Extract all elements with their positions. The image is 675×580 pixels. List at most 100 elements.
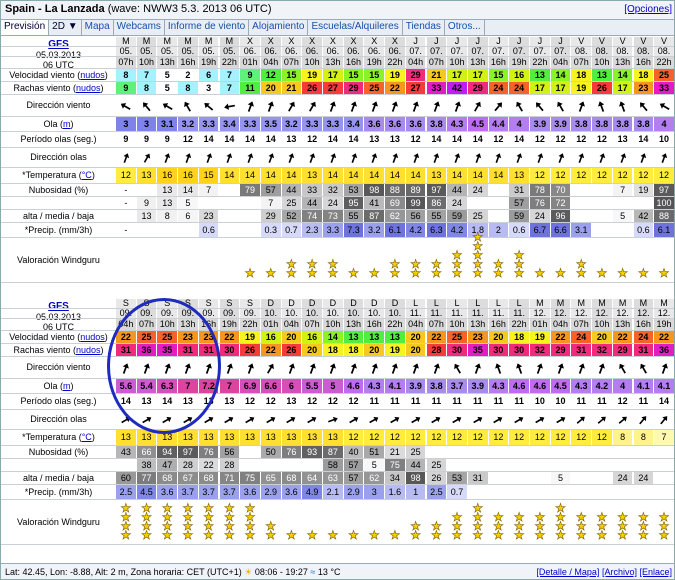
archive-link[interactable]: [Archivo] bbox=[602, 567, 637, 577]
cell-days: D bbox=[260, 299, 281, 308]
cell-wave: 5 bbox=[323, 379, 343, 393]
row-label-text: Dirección olas bbox=[30, 414, 87, 424]
units-c-link[interactable]: °C bbox=[82, 170, 92, 180]
units-knots-link[interactable]: nudos bbox=[76, 83, 101, 93]
rating-stars: ★ ★ ★ bbox=[493, 510, 504, 542]
cell-cloud_low: 24 bbox=[612, 472, 633, 484]
cell-hours: 22h bbox=[385, 57, 405, 68]
cell-precip: 0.6 bbox=[198, 223, 219, 237]
cell-dates: 05. bbox=[198, 47, 219, 56]
detail-map-link[interactable]: [Detalle / Mapa] bbox=[536, 567, 599, 577]
rating-stars bbox=[116, 238, 136, 282]
cell-wind: 2 bbox=[178, 69, 198, 81]
units-knots-link[interactable]: nudos bbox=[80, 70, 105, 80]
rating-stars: ★ ★ ★ bbox=[658, 510, 670, 542]
cell-cloud_low: 77 bbox=[136, 472, 157, 484]
units-m-link[interactable]: m bbox=[63, 119, 71, 129]
cell-days: J bbox=[550, 37, 571, 46]
cell-dates: 07. bbox=[488, 47, 509, 56]
wave-arrow-icon bbox=[654, 148, 674, 167]
cell-cloud_high: 14 bbox=[178, 184, 198, 196]
cell-hours: 13h bbox=[343, 319, 364, 330]
cell-period: 13 bbox=[369, 134, 380, 144]
cell-cloud_high: 79 bbox=[240, 184, 260, 196]
cell-hours: 07h bbox=[302, 319, 322, 330]
cell-days: X bbox=[385, 37, 405, 46]
cell-days: D bbox=[343, 299, 364, 308]
options-link[interactable]: [Opciones] bbox=[624, 4, 672, 15]
tab-3[interactable]: Webcams bbox=[114, 20, 165, 35]
cell-dates: 07. bbox=[467, 47, 488, 56]
cell-cloud_mid bbox=[468, 197, 488, 209]
cell-temp: 13 bbox=[260, 430, 281, 445]
cell-temp: 12 bbox=[509, 430, 529, 445]
row-label-cloud_high: Nubosidad (%) bbox=[1, 185, 116, 195]
cell-cloud_mid bbox=[592, 197, 612, 209]
cell-period: 11 bbox=[576, 396, 586, 406]
units-m-link[interactable]: m bbox=[63, 381, 71, 391]
tab-5[interactable]: Alojamiento bbox=[249, 20, 309, 35]
cell-cloud_high: 44 bbox=[281, 184, 302, 196]
rating-stars: ★ ★ ★ ★ bbox=[141, 501, 152, 542]
cell-dates: 06. bbox=[343, 47, 364, 56]
cell-wind: 22 bbox=[219, 331, 240, 343]
cell-wave: 3 bbox=[116, 117, 136, 131]
cell-days: J bbox=[488, 37, 509, 46]
cell-period: 11 bbox=[514, 396, 524, 406]
cell-gusts: 35 bbox=[467, 344, 488, 356]
cell-dates: 10. bbox=[302, 309, 322, 318]
cell-wind: 19 bbox=[385, 69, 405, 81]
tab-2[interactable]: Mapa bbox=[82, 20, 114, 35]
cell-hours: 13h bbox=[323, 57, 343, 68]
wave-arrow-icon bbox=[634, 148, 654, 167]
tab-6[interactable]: Escuelas/Alquileres bbox=[308, 20, 403, 35]
wave-arrow-icon bbox=[323, 148, 343, 167]
cell-wave: 3.6 bbox=[364, 117, 385, 131]
cell-wind: 22 bbox=[654, 331, 674, 343]
cell-wind: 23 bbox=[467, 331, 488, 343]
cell-precip bbox=[178, 223, 198, 237]
cell-dates: 07. bbox=[509, 47, 529, 56]
tab-4[interactable]: Informe de viento bbox=[165, 20, 250, 35]
cell-wind: 14 bbox=[323, 331, 343, 343]
cell-period: 12 bbox=[596, 134, 607, 144]
tab-8[interactable]: Otros... bbox=[445, 20, 485, 35]
cell-dates: 10. bbox=[343, 309, 364, 318]
wave-arrow-icon bbox=[571, 410, 591, 429]
cell-hours: 01h bbox=[260, 319, 281, 330]
cell-precip bbox=[509, 485, 529, 499]
forecast-block-2: GFS 05.03.2013 06 UTC S S S S S S S D D D D D D D L L L L L L M… bbox=[1, 299, 674, 563]
cell-cloud_high: 21 bbox=[385, 446, 405, 458]
cell-wave: 3.4 bbox=[343, 117, 364, 131]
model-link[interactable]: GFS bbox=[1, 39, 116, 50]
cell-wind: 13 bbox=[530, 69, 550, 81]
cell-wind: 17 bbox=[447, 69, 467, 81]
cell-cloud_low: 98 bbox=[405, 472, 426, 484]
row-label-text: Valoración Windguru bbox=[17, 516, 100, 527]
cell-cloud_mid bbox=[489, 459, 509, 471]
embed-link[interactable]: [Enlace] bbox=[639, 567, 672, 577]
cell-cloud_low: 52 bbox=[281, 210, 302, 222]
cell-cloud_low: 62 bbox=[364, 472, 385, 484]
cell-precip: 3.6 bbox=[281, 485, 302, 499]
units-knots-link[interactable]: nudos bbox=[76, 345, 101, 355]
cell-wave: 4.3 bbox=[364, 379, 385, 393]
cell-days: J bbox=[509, 37, 529, 46]
tab-7[interactable]: Tiendas bbox=[403, 20, 445, 35]
units-c-link[interactable]: °C bbox=[82, 432, 92, 442]
rating-stars bbox=[220, 238, 240, 282]
cell-gusts: 24 bbox=[509, 82, 529, 94]
model-link[interactable]: GFS bbox=[1, 301, 116, 312]
tab-1[interactable]: 2D ▼ bbox=[49, 20, 82, 35]
wind-arrow-icon bbox=[654, 357, 674, 378]
tab-0[interactable]: Previsión bbox=[1, 20, 50, 35]
cell-wind: 29 bbox=[405, 69, 426, 81]
cell-precip bbox=[634, 485, 654, 499]
wave-arrow-icon bbox=[613, 410, 633, 429]
paren: ) bbox=[91, 432, 95, 442]
cell-cloud_high bbox=[530, 446, 550, 458]
cell-gusts: 20 bbox=[302, 344, 322, 356]
cell-cloud_low bbox=[571, 210, 591, 222]
units-knots-link[interactable]: nudos bbox=[80, 332, 105, 342]
cell-wave: 4.6 bbox=[530, 379, 550, 393]
